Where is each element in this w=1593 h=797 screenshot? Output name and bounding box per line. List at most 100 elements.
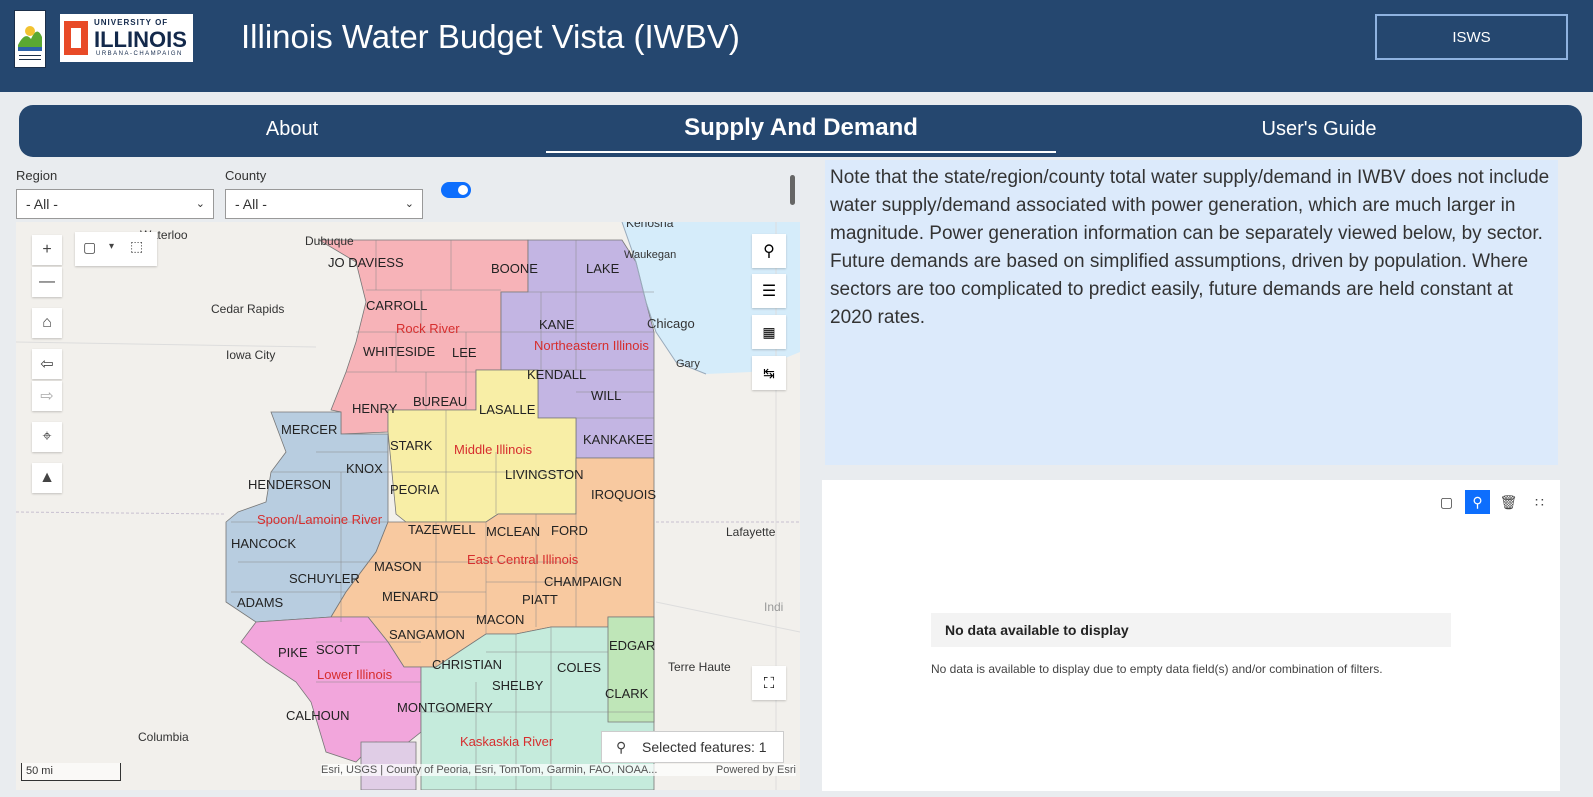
arrow-right-icon: ⇨ xyxy=(40,388,54,405)
tab-about[interactable]: About xyxy=(19,105,565,153)
region-label: Region xyxy=(16,168,58,183)
county-label: WHITESIDE xyxy=(363,344,436,359)
county-label: County xyxy=(225,168,267,183)
region-label-rock-river: Rock River xyxy=(396,321,460,336)
county-label: MASON xyxy=(374,559,422,574)
county-label: KNOX xyxy=(346,461,383,476)
filter-scrollbar[interactable] xyxy=(790,163,796,218)
chart-panel: ▢ ⚲ 🗑 ∷ No data available to display No … xyxy=(822,480,1560,791)
county-label: KANE xyxy=(539,317,575,332)
home-icon: ⌂ xyxy=(42,314,52,331)
select-pointer-icon: ▢ xyxy=(1439,493,1454,510)
county-label: STARK xyxy=(390,438,433,453)
crosshair-icon: ⌖ xyxy=(42,428,52,445)
uiuc-logo: UNIVERSITY OF ILLINOIS URBANA-CHAMPAIGN xyxy=(60,14,193,62)
home-button[interactable]: ⌂ xyxy=(32,308,62,338)
place-label: Lafayette xyxy=(726,525,776,539)
select-pointer-icon[interactable]: ▢ xyxy=(83,239,96,256)
selected-features-button[interactable]: ⚲ Selected features: 1 xyxy=(601,731,784,763)
county-label: MCLEAN xyxy=(486,524,541,539)
filter-bar: Region - All - ⌄ County - All - ⌄ xyxy=(16,165,796,220)
county-label: CLARK xyxy=(605,686,649,701)
grid-icon: ∷ xyxy=(1535,493,1544,510)
search-button[interactable]: ⚲ xyxy=(752,234,786,268)
place-label: Waukegan xyxy=(624,249,677,261)
county-label: SCHUYLER xyxy=(289,571,360,586)
county-label: SANGAMON xyxy=(389,627,465,642)
tab-users-guide[interactable]: User's Guide xyxy=(1056,105,1582,153)
previous-extent-button[interactable]: ⇦ xyxy=(32,349,62,379)
county-label: PEORIA xyxy=(390,482,440,497)
measure-button[interactable]: ↹ xyxy=(752,356,786,390)
isws-button[interactable]: ISWS xyxy=(1375,14,1568,60)
clear-selection-icon[interactable]: ⬚ xyxy=(130,238,143,255)
county-label: MENARD xyxy=(382,589,439,604)
county-label: HANCOCK xyxy=(231,536,297,551)
county-label: FORD xyxy=(551,523,588,538)
county-label: MERCER xyxy=(281,422,338,437)
county-label: BOONE xyxy=(491,261,538,276)
main-tabs: About Supply And Demand User's Guide xyxy=(19,105,1582,157)
region-label-northeastern-illinois: Northeastern Illinois xyxy=(534,338,649,353)
chart-more-button[interactable]: ∷ xyxy=(1527,490,1552,514)
zoom-in-icon: ⚲ xyxy=(1472,493,1483,510)
dnr-logo xyxy=(14,10,46,68)
note-paragraph: Note that the state/region/county total … xyxy=(830,167,1550,244)
compass-icon: ▲ xyxy=(39,469,55,486)
chart-select-button[interactable]: ▢ xyxy=(1434,490,1459,514)
county-label: LIVINGSTON xyxy=(505,467,584,482)
note-paragraph: Future demands are based on simplified a… xyxy=(830,251,1529,328)
fullscreen-button[interactable]: ⛶ xyxy=(752,666,786,700)
layers-icon: ☰ xyxy=(761,283,777,300)
search-icon: ⚲ xyxy=(763,243,775,260)
zoom-in-button[interactable]: + xyxy=(32,235,62,265)
selected-features-label: Selected features: 1 xyxy=(642,739,767,755)
place-label: Terre Haute xyxy=(668,660,731,674)
scale-bar: 50 mi xyxy=(21,763,121,781)
region-label-lower-illinois: Lower Illinois xyxy=(317,667,393,682)
county-select-value: - All - xyxy=(235,196,267,212)
county-select[interactable]: - All - ⌄ xyxy=(225,189,423,219)
region-label-middle-illinois: Middle Illinois xyxy=(454,442,533,457)
grid-icon: ▦ xyxy=(762,323,776,340)
county-label: COLES xyxy=(557,660,602,675)
place-label: Columbia xyxy=(138,730,189,744)
powered-by-esri[interactable]: Powered by Esri xyxy=(716,764,796,776)
chevron-down-icon: ⌄ xyxy=(195,198,205,210)
qr-button[interactable]: ▦ xyxy=(752,315,786,349)
tab-supply-and-demand[interactable]: Supply And Demand xyxy=(546,105,1056,153)
no-data-title: No data available to display xyxy=(931,613,1451,647)
arrow-left-icon: ⇦ xyxy=(40,356,54,373)
county-label: MACON xyxy=(476,612,525,627)
attribution-text: Esri, USGS | County of Peoria, Esri, Tom… xyxy=(321,764,658,776)
page-title: Illinois Water Budget Vista (IWBV) xyxy=(241,18,740,55)
chart-clear-button[interactable]: 🗑 xyxy=(1496,490,1521,514)
county-label: PIATT xyxy=(522,592,558,607)
layers-button[interactable]: ☰ xyxy=(752,274,786,308)
no-data-message: No data is available to display due to e… xyxy=(931,662,1383,676)
county-edgar-clark-area[interactable] xyxy=(607,616,655,723)
county-label: KANKAKEE xyxy=(583,432,654,447)
county-label: TAZEWELL xyxy=(408,522,476,537)
next-extent-button[interactable]: ⇨ xyxy=(32,381,62,411)
caret-down-icon[interactable]: ▾ xyxy=(109,241,114,252)
chart-zoom-button[interactable]: ⚲ xyxy=(1465,490,1490,514)
plus-icon: + xyxy=(42,241,52,258)
county-label: KENDALL xyxy=(527,367,587,382)
app-header: UNIVERSITY OF ILLINOIS URBANA-CHAMPAIGN … xyxy=(0,0,1593,92)
minus-icon: — xyxy=(39,273,55,290)
county-label: CARROLL xyxy=(366,298,428,313)
zoom-out-button[interactable]: — xyxy=(32,267,62,297)
layer-toggle[interactable] xyxy=(441,182,471,198)
map-view[interactable]: Rock River Northeastern Illinois Middle … xyxy=(16,222,800,790)
place-label: Dubuque xyxy=(305,234,354,248)
compass-button[interactable]: ▲ xyxy=(32,463,62,493)
ruler-icon: ↹ xyxy=(763,364,775,381)
county-label: LAKE xyxy=(586,261,620,276)
county-label: JO DAVIESS xyxy=(328,255,404,270)
county-label: LEE xyxy=(452,345,477,360)
region-select[interactable]: - All - ⌄ xyxy=(16,189,214,219)
place-label: Kenosha xyxy=(626,222,674,230)
county-label: CHRISTIAN xyxy=(432,657,503,672)
locate-button[interactable]: ⌖ xyxy=(32,422,62,452)
